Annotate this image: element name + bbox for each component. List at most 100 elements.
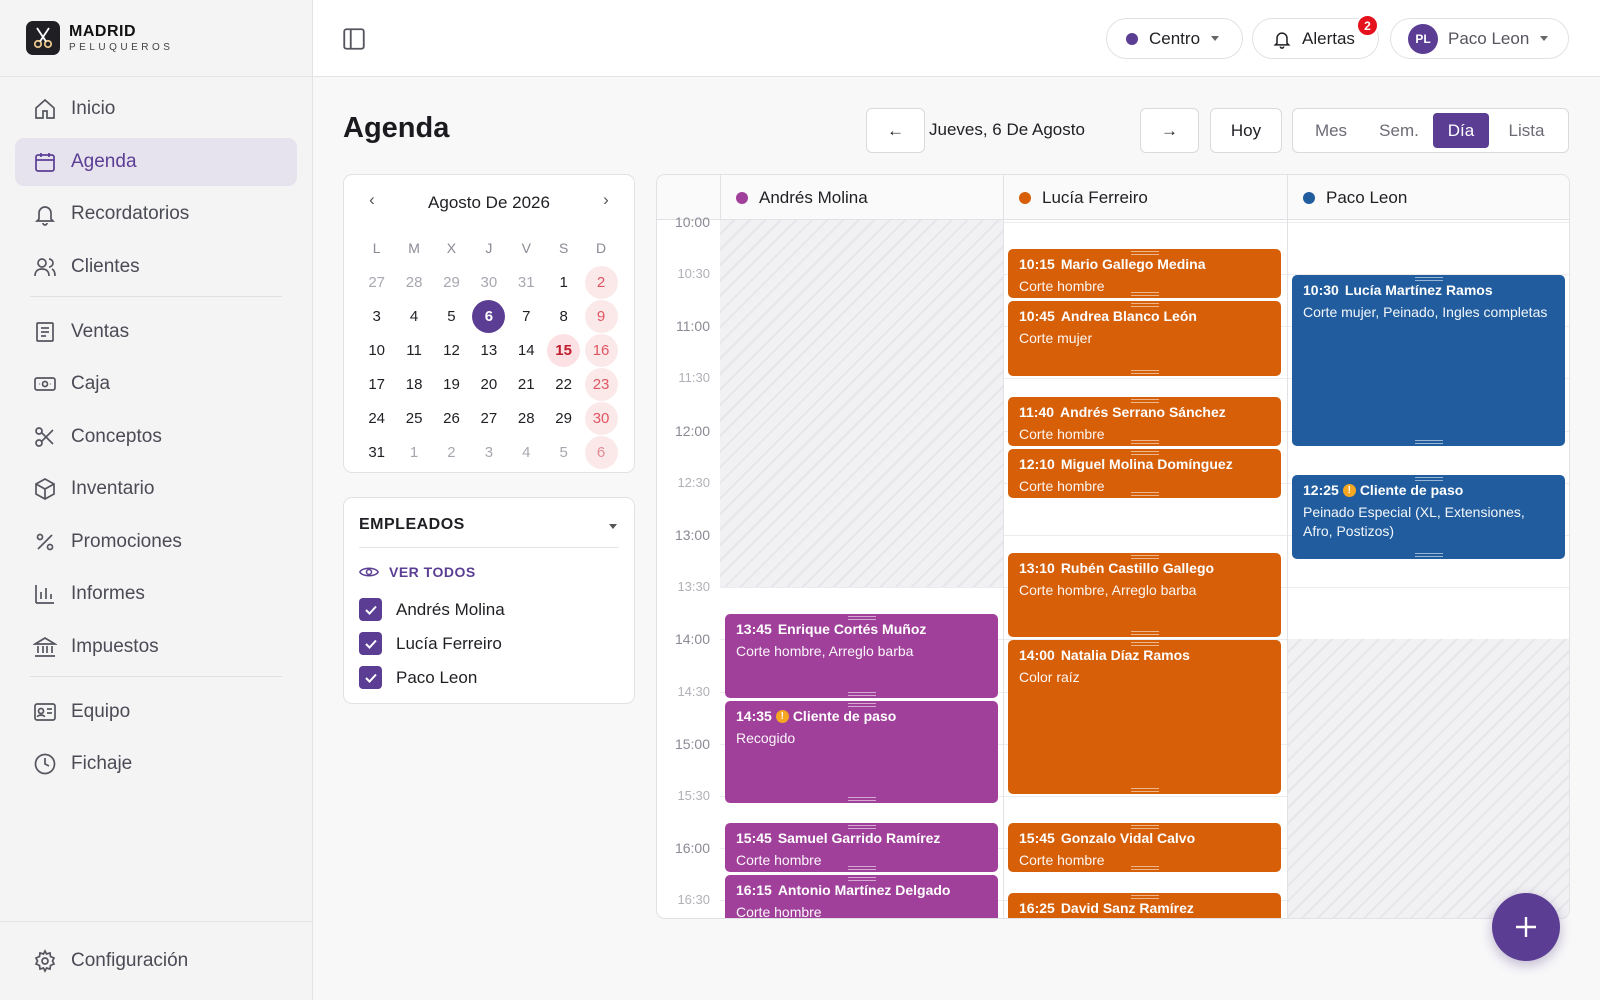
calendar-day[interactable]: 4 [508, 436, 545, 469]
appointment-card[interactable]: 10:15 Mario Gallego Medina Corte hombre [1008, 248, 1281, 299]
employee-filter-row[interactable]: Andrés Molina [359, 598, 505, 621]
calendar-day[interactable]: 20 [470, 368, 507, 401]
calendar-day[interactable]: 29 [433, 266, 470, 299]
calendar-day[interactable]: 1 [545, 266, 582, 299]
resize-handle-top[interactable] [847, 877, 876, 882]
resize-handle-top[interactable] [1130, 894, 1159, 899]
resize-handle-top[interactable] [1130, 825, 1159, 830]
resize-handle-bottom[interactable] [1130, 292, 1159, 297]
sidebar-toggle-icon[interactable] [341, 26, 367, 52]
sidebar-item-clientes[interactable]: Clientes [15, 243, 297, 291]
calendar-day[interactable]: 6 [582, 435, 619, 469]
location-selector[interactable]: Centro [1106, 18, 1243, 59]
resize-handle-bottom[interactable] [1130, 370, 1159, 375]
view-mes-button[interactable]: Mes [1297, 113, 1365, 148]
sidebar-item-caja[interactable]: Caja [15, 360, 297, 408]
resize-handle-bottom[interactable] [1130, 631, 1159, 636]
view-semana-button[interactable]: Sem. [1365, 113, 1433, 148]
appointment-card[interactable]: 11:40 Andrés Serrano Sánchez Corte hombre [1008, 396, 1281, 446]
sidebar-item-inicio[interactable]: Inicio [15, 85, 297, 133]
calendar-day[interactable]: 5 [433, 300, 470, 333]
resize-handle-top[interactable] [847, 825, 876, 830]
calendar-day[interactable]: 25 [395, 402, 432, 435]
checkbox-checked[interactable] [359, 666, 382, 689]
appointment-card[interactable]: 10:45 Andrea Blanco León Corte mujer [1008, 301, 1281, 377]
calendar-day[interactable]: 9 [582, 299, 619, 333]
resize-handle-top[interactable] [1130, 250, 1159, 255]
calendar-day[interactable]: 2 [433, 436, 470, 469]
calendar-day[interactable]: 17 [358, 368, 395, 401]
resize-handle-top[interactable] [1130, 450, 1159, 455]
prev-day-button[interactable]: ← [866, 108, 925, 153]
sidebar-item-promociones[interactable]: Promociones [15, 518, 297, 566]
calendar-day[interactable]: 10 [358, 334, 395, 367]
calendar-day[interactable]: 5 [545, 436, 582, 469]
calendar-day[interactable]: 23 [582, 367, 619, 401]
calendar-day[interactable]: 12 [433, 334, 470, 367]
appointment-card[interactable]: 16:15 Antonio Martínez Delgado Corte hombr… [725, 875, 998, 919]
mini-calendar-next-button[interactable]: › [596, 190, 616, 210]
calendar-day[interactable]: 13 [470, 334, 507, 367]
checkbox-checked[interactable] [359, 598, 382, 621]
appointment-card[interactable]: 16:25 David Sanz Ramírez [1008, 892, 1281, 918]
calendar-day[interactable]: 11 [395, 334, 432, 367]
calendar-day[interactable]: 26 [433, 402, 470, 435]
view-lista-button[interactable]: Lista [1489, 113, 1564, 148]
resize-handle-bottom[interactable] [847, 866, 876, 871]
calendar-day[interactable]: 1 [395, 436, 432, 469]
resize-handle-bottom[interactable] [1130, 787, 1159, 792]
calendar-day[interactable]: 27 [358, 266, 395, 299]
resize-handle-bottom[interactable] [1414, 553, 1443, 558]
appointment-card[interactable]: 14:35! Cliente de paso Recogido [725, 701, 998, 803]
resize-handle-bottom[interactable] [848, 918, 876, 919]
calendar-day[interactable]: 4 [395, 300, 432, 333]
resize-handle-bottom[interactable] [847, 692, 876, 697]
resize-handle-top[interactable] [847, 616, 876, 621]
sidebar-item-configuracion[interactable]: Configuración [15, 937, 297, 985]
calendar-day[interactable]: 31 [508, 266, 545, 299]
resize-handle-top[interactable] [1414, 477, 1443, 482]
calendar-day[interactable]: 30 [582, 401, 619, 435]
add-appointment-button[interactable] [1492, 893, 1560, 961]
brand[interactable]: MADRID PELUQUEROS [0, 0, 312, 77]
calendar-day[interactable]: 3 [358, 300, 395, 333]
sidebar-item-fichaje[interactable]: Fichaje [15, 740, 297, 788]
calendar-day[interactable]: 3 [470, 436, 507, 469]
view-dia-button[interactable]: Día [1433, 113, 1489, 148]
resize-handle-top[interactable] [1130, 555, 1159, 560]
appointment-card[interactable]: 15:45 Samuel Garrido Ramírez Corte hombre [725, 823, 998, 873]
resize-handle-bottom[interactable] [1414, 439, 1443, 444]
calendar-day[interactable]: 6 [470, 299, 507, 333]
resize-handle-top[interactable] [1130, 303, 1159, 308]
calendar-day[interactable]: 27 [470, 402, 507, 435]
view-all-employees-button[interactable]: VER TODOS [359, 564, 476, 580]
appointment-card[interactable]: 14:00 Natalia Díaz Ramos Color raíz [1008, 640, 1281, 794]
appointment-card[interactable]: 10:30 Lucía Martínez Ramos Corte mujer, Pe… [1292, 274, 1565, 446]
employee-filter-row[interactable]: Paco Leon [359, 666, 477, 689]
resize-handle-top[interactable] [1130, 642, 1159, 647]
today-button[interactable]: Hoy [1210, 108, 1282, 153]
calendar-day[interactable]: 7 [508, 300, 545, 333]
resize-handle-top[interactable] [847, 703, 876, 708]
calendar-day[interactable]: 28 [508, 402, 545, 435]
checkbox-checked[interactable] [359, 632, 382, 655]
resize-handle-bottom[interactable] [1130, 492, 1159, 497]
appointment-card[interactable]: 15:45 Gonzalo Vidal Calvo Corte hombre [1008, 823, 1281, 873]
sidebar-item-recordatorios[interactable]: Recordatorios [15, 190, 297, 238]
calendar-day[interactable]: 2 [582, 265, 619, 299]
calendar-day[interactable]: 30 [470, 266, 507, 299]
calendar-day[interactable]: 21 [508, 368, 545, 401]
resize-handle-bottom[interactable] [847, 796, 876, 801]
calendar-day[interactable]: 24 [358, 402, 395, 435]
sidebar-item-impuestos[interactable]: Impuestos [15, 623, 297, 671]
user-menu[interactable]: PL Paco Leon [1390, 18, 1569, 59]
calendar-day[interactable]: 18 [395, 368, 432, 401]
sidebar-item-informes[interactable]: Informes [15, 570, 297, 618]
calendar-day[interactable]: 14 [508, 334, 545, 367]
appointment-card[interactable]: 12:25! Cliente de paso Peinado Especial (X… [1292, 475, 1565, 560]
sidebar-item-equipo[interactable]: Equipo [15, 688, 297, 736]
calendar-day[interactable]: 22 [545, 368, 582, 401]
sidebar-item-inventario[interactable]: Inventario [15, 465, 297, 513]
calendar-day[interactable]: 15 [545, 333, 582, 367]
appointment-card[interactable]: 13:45 Enrique Cortés Muñoz Corte hombre, A… [725, 614, 998, 699]
